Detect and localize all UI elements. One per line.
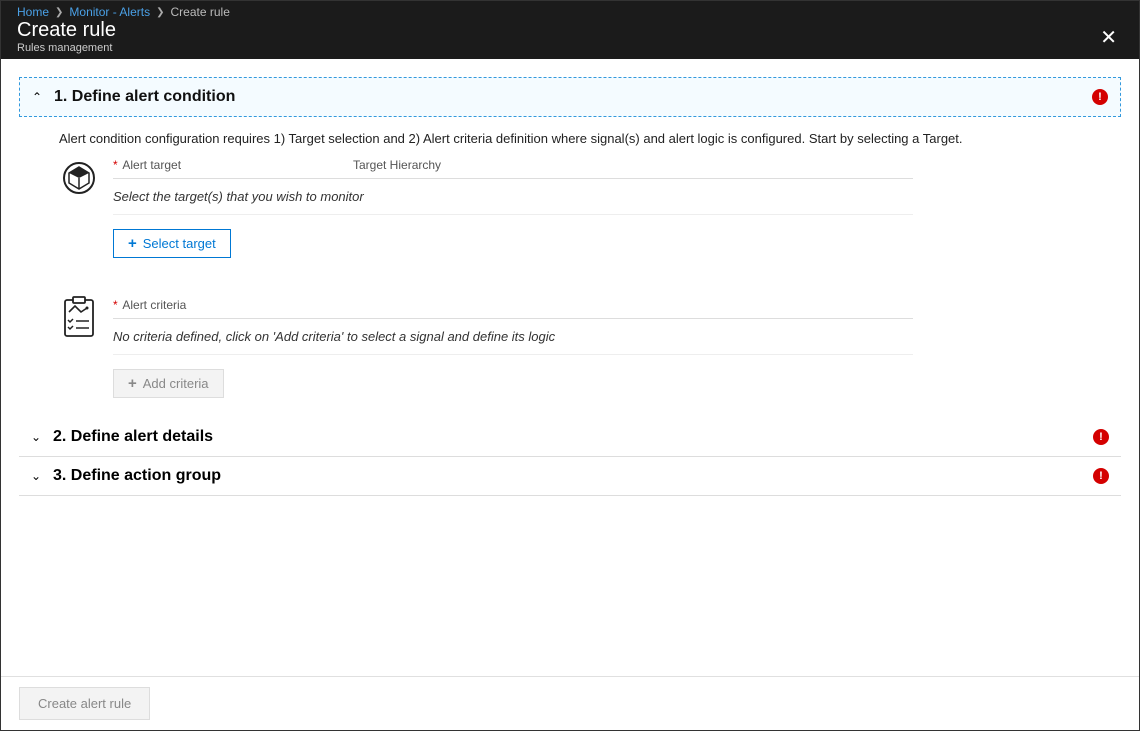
section1-title: 1. Define alert condition [54, 88, 1092, 106]
create-alert-rule-button: Create alert rule [19, 687, 150, 720]
topbar: Home ❯ Monitor - Alerts ❯ Create rule Cr… [1, 1, 1139, 59]
section-define-alert-details: ⌄ 2. Define alert details ! [19, 418, 1121, 457]
footer: Create alert rule [1, 676, 1139, 730]
plus-icon: + [128, 376, 137, 391]
chevron-right-icon: ❯ [156, 7, 164, 18]
section2-title: 2. Define alert details [53, 428, 1093, 446]
content-area: ⌃ 1. Define alert condition ! Alert cond… [1, 59, 1139, 677]
alert-criteria-hint: No criteria defined, click on 'Add crite… [113, 319, 913, 355]
target-icon [59, 158, 99, 198]
error-icon: ! [1092, 89, 1108, 105]
page-subtitle: Rules management [17, 42, 116, 54]
close-button[interactable]: ✕ [1094, 19, 1123, 56]
section1-description: Alert condition configuration requires 1… [59, 131, 1101, 146]
select-target-button[interactable]: + Select target [113, 229, 231, 258]
section-define-alert-condition: ⌃ 1. Define alert condition ! [19, 77, 1121, 117]
select-target-label: Select target [143, 236, 216, 251]
chevron-right-icon: ❯ [55, 7, 63, 18]
error-icon: ! [1093, 468, 1109, 484]
breadcrumb: Home ❯ Monitor - Alerts ❯ Create rule [17, 1, 1123, 19]
error-icon: ! [1093, 429, 1109, 445]
add-criteria-button: + Add criteria [113, 369, 224, 398]
close-icon: ✕ [1100, 27, 1117, 49]
section2-header[interactable]: ⌄ 2. Define alert details ! [19, 418, 1121, 456]
section3-header[interactable]: ⌄ 3. Define action group ! [19, 457, 1121, 495]
chevron-down-icon: ⌄ [31, 430, 45, 444]
alert-target-hint: Select the target(s) that you wish to mo… [113, 179, 913, 215]
chevron-down-icon: ⌄ [31, 469, 45, 483]
alert-target-row: * Alert target Target Hierarchy Select t… [59, 158, 1101, 258]
chevron-up-icon: ⌃ [32, 90, 46, 104]
section1-header[interactable]: ⌃ 1. Define alert condition ! [20, 78, 1120, 116]
breadcrumb-home[interactable]: Home [17, 5, 49, 19]
page-title: Create rule [17, 20, 116, 40]
alert-target-label: Alert target [122, 158, 181, 172]
section3-title: 3. Define action group [53, 467, 1093, 485]
section-define-action-group: ⌄ 3. Define action group ! [19, 457, 1121, 496]
section1-body: Alert condition configuration requires 1… [19, 117, 1121, 418]
add-criteria-label: Add criteria [143, 376, 209, 391]
alert-criteria-label: Alert criteria [122, 298, 186, 312]
plus-icon: + [128, 236, 137, 251]
breadcrumb-current: Create rule [171, 5, 230, 19]
breadcrumb-monitor-alerts[interactable]: Monitor - Alerts [69, 5, 150, 19]
alert-criteria-row: * Alert criteria No criteria defined, cl… [59, 298, 1101, 398]
target-hierarchy-label: Target Hierarchy [353, 158, 913, 172]
criteria-icon [59, 298, 99, 338]
